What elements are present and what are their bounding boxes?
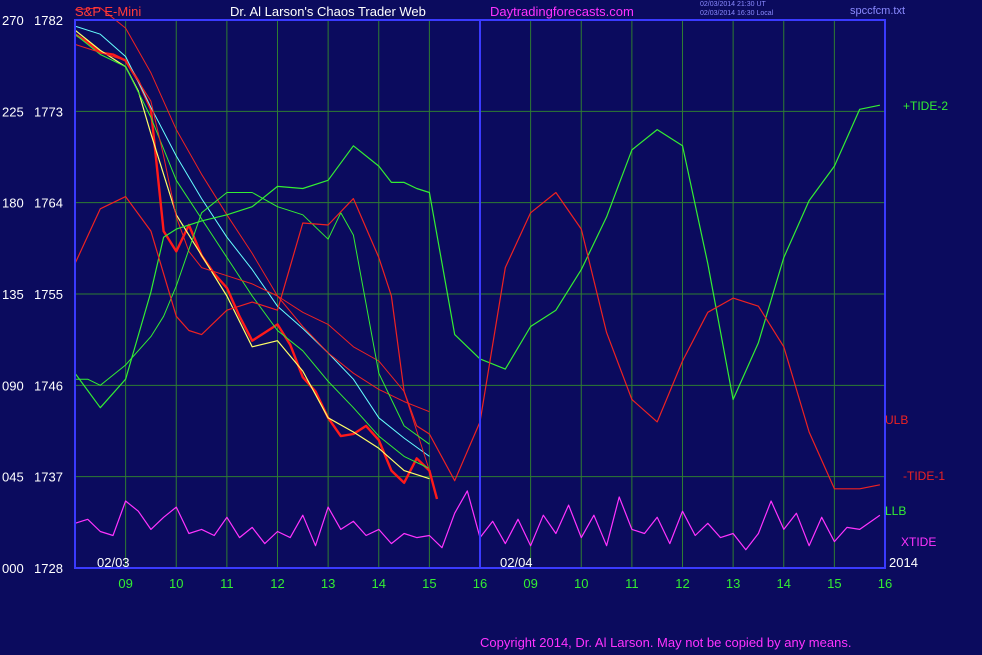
x-tick-label: 12 — [270, 576, 284, 591]
copyright-footer: Copyright 2014, Dr. Al Larson. May not b… — [480, 635, 852, 650]
timestamp-ut: 02/03/2014 21:30 UT — [700, 1, 766, 8]
series-line-slow-average — [74, 25, 430, 457]
date-label: 02/04 — [500, 555, 533, 570]
x-tick-label: 14 — [372, 576, 386, 591]
series-line-outer-band — [74, 7, 430, 413]
x-tick-label: 15 — [422, 576, 436, 591]
y-tick-label-index: 090 — [2, 378, 24, 393]
file-label: spccfcm.txt — [850, 5, 906, 17]
timestamp-local: 02/03/2014 16:30 Local — [700, 10, 774, 17]
y-tick-label-price: 1755 — [34, 287, 63, 302]
y-tick-label-price: 1773 — [34, 104, 63, 119]
chart-title: Dr. Al Larson's Chaos Trader Web — [230, 4, 426, 19]
y-tick-label-price: 1746 — [34, 378, 63, 393]
site-label: Daytradingforecasts.com — [490, 4, 634, 19]
y-tick-label-price: 1737 — [34, 470, 63, 485]
chart-labels: 270 1782225 1773180 1764135 1755090 1746045 17… — [2, 13, 948, 591]
x-tick-label: 15 — [827, 576, 841, 591]
date-label: 02/03 — [97, 555, 130, 570]
series-line-xtide — [74, 490, 881, 551]
x-tick-label: 13 — [726, 576, 740, 591]
x-tick-label: 09 — [118, 576, 132, 591]
tide-minus1-label: -TIDE-1 — [903, 469, 945, 483]
chart-header: S&P E-Mini Dr. Al Larson's Chaos Trader … — [0, 0, 982, 20]
llb-label: LLB — [885, 504, 906, 518]
series-line-plus-tide-2 — [74, 104, 881, 409]
series-line-upper-band — [74, 43, 430, 471]
x-tick-label: 10 — [574, 576, 588, 591]
y-tick-label-price: 1764 — [34, 196, 63, 211]
x-tick-label: 16 — [473, 576, 487, 591]
chart-series — [74, 7, 881, 551]
x-tick-label: 16 — [878, 576, 892, 591]
series-line-fast-average — [74, 29, 430, 480]
y-tick-label-price: 1728 — [34, 561, 63, 576]
instrument-label: S&P E-Mini — [75, 4, 142, 19]
y-tick-label-index: 180 — [2, 196, 24, 211]
x-tick-label: 13 — [321, 576, 335, 591]
series-line-stepped-tide — [75, 192, 430, 445]
x-tick-label: 12 — [675, 576, 689, 591]
y-tick-label-index: 000 — [2, 561, 24, 576]
x-tick-label: 09 — [523, 576, 537, 591]
y-tick-label-index: 135 — [2, 287, 24, 302]
y-tick-label-index: 225 — [2, 104, 24, 119]
tide-plus2-label: +TIDE-2 — [903, 99, 948, 113]
x-tick-label: 14 — [777, 576, 791, 591]
x-tick-label: 11 — [625, 576, 639, 591]
x-tick-label: 10 — [169, 576, 183, 591]
y-tick-label-index: 045 — [2, 470, 24, 485]
x-tick-label: 11 — [220, 576, 234, 591]
chart-canvas: 270 1782225 1773180 1764135 1755090 1746045 17… — [2, 7, 948, 591]
year-label: 2014 — [889, 555, 918, 570]
series-line-price — [74, 33, 439, 500]
xtide-label: XTIDE — [901, 535, 936, 549]
ulb-label: ULB — [885, 413, 908, 427]
